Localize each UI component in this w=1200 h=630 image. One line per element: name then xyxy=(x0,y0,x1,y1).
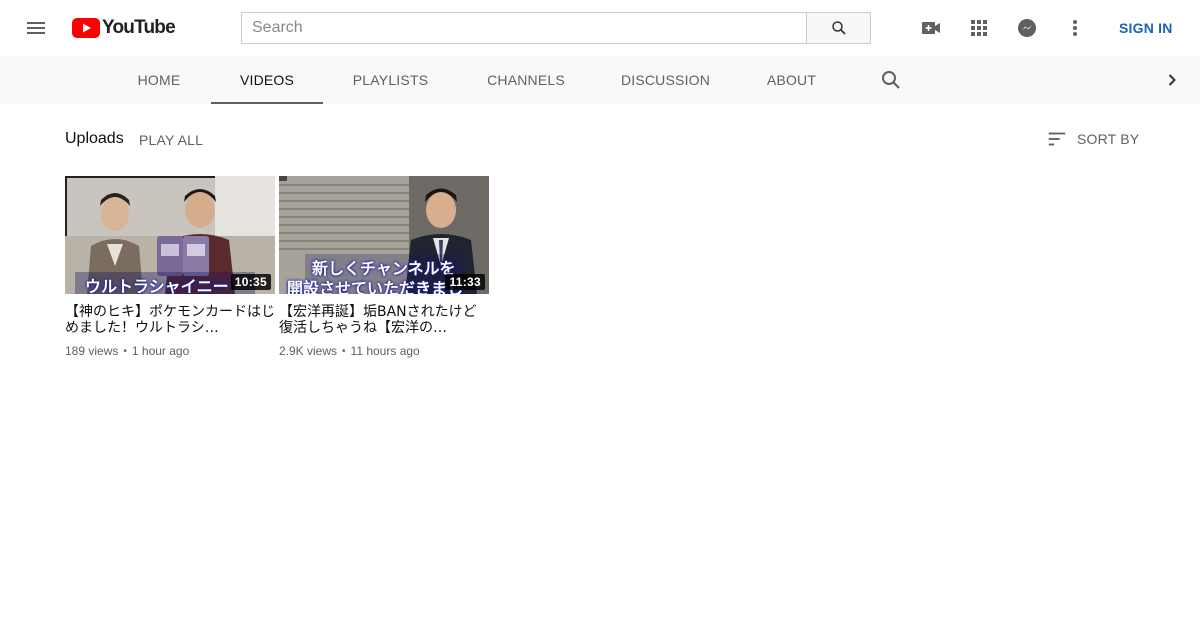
duration-badge: 11:33 xyxy=(445,274,485,290)
tab-about[interactable]: ABOUT xyxy=(754,56,829,104)
search-input[interactable] xyxy=(241,12,807,44)
video-card[interactable]: ウルトラシャイニー 10:35 【神のヒキ】ポケモンカードはじめました！ウルトラ… xyxy=(65,176,275,358)
video-meta: 2.9K views • 11 hours ago xyxy=(279,344,489,358)
logo-text: YouTube xyxy=(102,17,176,38)
view-count: 2.9K views xyxy=(279,344,338,358)
more-vert-icon[interactable] xyxy=(1063,16,1087,40)
search-button[interactable] xyxy=(806,12,871,44)
thumbnail-caption: ウルトラシャイニー xyxy=(85,277,229,294)
uploads-title: Uploads xyxy=(65,130,124,147)
tab-home[interactable]: HOME xyxy=(124,56,194,104)
separator-dot: • xyxy=(342,345,346,357)
channel-search-icon[interactable] xyxy=(879,68,903,92)
sign-in-button[interactable]: SIGN IN xyxy=(1119,20,1173,36)
separator-dot: • xyxy=(123,345,127,357)
tab-playlists[interactable]: PLAYLISTS xyxy=(340,56,441,104)
duration-badge: 10:35 xyxy=(230,274,271,290)
menu-icon[interactable] xyxy=(24,16,48,40)
play-all-button[interactable]: PLAY ALL xyxy=(139,132,203,148)
sort-by-button[interactable]: SORT BY xyxy=(1046,128,1139,150)
tab-videos[interactable]: VIDEOS xyxy=(211,56,323,104)
upload-age: 1 hour ago xyxy=(131,344,190,358)
youtube-logo-icon xyxy=(72,18,100,38)
video-meta: 189 views • 1 hour ago xyxy=(65,344,275,358)
upload-age: 11 hours ago xyxy=(350,344,420,358)
thumbnail-caption: 開設させていただきまし xyxy=(287,279,464,294)
view-count: 189 views xyxy=(65,344,119,358)
create-video-icon[interactable] xyxy=(919,16,943,40)
apps-grid-icon[interactable] xyxy=(967,16,991,40)
video-thumbnail[interactable]: ウルトラシャイニー 10:35 xyxy=(65,176,275,294)
messages-icon[interactable] xyxy=(1015,16,1039,40)
video-title[interactable]: 【神のヒキ】ポケモンカードはじめました！ウルトラシ… xyxy=(65,304,275,336)
masthead: YouTube SIGN IN xyxy=(0,0,1200,56)
search-icon xyxy=(831,21,846,35)
youtube-logo[interactable]: YouTube xyxy=(72,17,176,39)
sort-by-label: SORT BY xyxy=(1077,131,1140,147)
video-title[interactable]: 【宏洋再誕】垢BANされたけど復活しちゃうね【宏洋の… xyxy=(279,304,489,336)
tab-discussion[interactable]: DISCUSSION xyxy=(611,56,720,104)
chevron-right-icon[interactable] xyxy=(1160,68,1184,92)
sort-icon xyxy=(1048,132,1066,146)
video-card[interactable]: 新しくチャンネルを 開設させていただきまし 11:33 【宏洋再誕】垢BANされ… xyxy=(279,176,489,358)
channel-tabs: HOME VIDEOS PLAYLISTS CHANNELS DISCUSSIO… xyxy=(0,56,1200,104)
tab-channels[interactable]: CHANNELS xyxy=(475,56,577,104)
video-thumbnail[interactable]: 新しくチャンネルを 開設させていただきまし 11:33 xyxy=(279,176,489,294)
